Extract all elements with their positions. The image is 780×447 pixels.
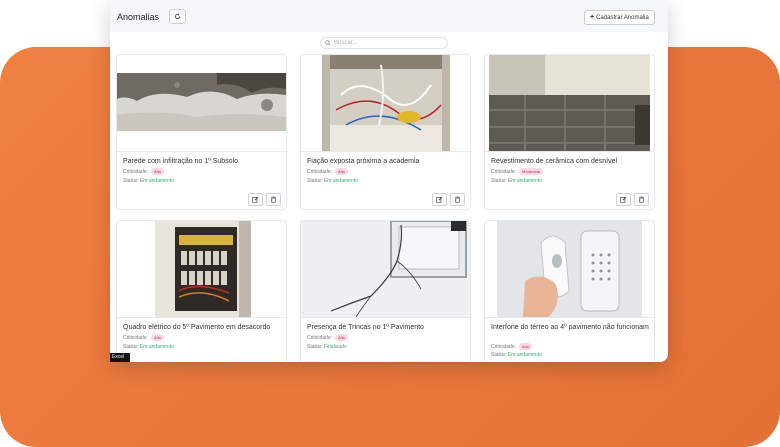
criticality-row: Criticidade: Alta bbox=[491, 343, 532, 350]
anomaly-title: Presença de Trincas no 1º Pavimento bbox=[307, 324, 424, 331]
anomaly-photo bbox=[485, 55, 654, 152]
status-row: Status: Em andamento bbox=[123, 344, 174, 350]
criticality-badge: Alta bbox=[151, 334, 164, 341]
status-row: Status: Em andamento bbox=[491, 352, 542, 358]
anomaly-photo bbox=[301, 55, 470, 152]
status-label: Status: bbox=[307, 178, 323, 184]
criticality-badge: Alta bbox=[151, 168, 164, 175]
app-window: Anomalias + Cadastrar Anomalia Buscar...… bbox=[110, 0, 668, 362]
status-label: Status: bbox=[307, 344, 323, 350]
status-label: Status: bbox=[491, 352, 507, 358]
criticality-badge: Moderada bbox=[519, 168, 544, 175]
refresh-icon bbox=[174, 13, 181, 20]
status-value: Em andamento bbox=[139, 344, 174, 350]
status-value: Em andamento bbox=[507, 178, 542, 184]
anomaly-photo bbox=[485, 221, 654, 318]
anomaly-title: Fiação exposta próxima a academia bbox=[307, 158, 420, 165]
edit-button[interactable] bbox=[616, 193, 631, 206]
delete-button[interactable] bbox=[634, 193, 649, 206]
status-label: Status: bbox=[491, 178, 507, 184]
status-row: Status: Em andamento bbox=[491, 178, 542, 184]
criticality-badge: Alta bbox=[335, 168, 348, 175]
criticality-row: Criticidade: Moderada bbox=[491, 168, 544, 175]
refresh-button[interactable] bbox=[169, 9, 186, 24]
status-row: Status: Em andamento bbox=[307, 178, 358, 184]
status-value: Finalizado bbox=[323, 344, 347, 350]
criticality-row: Criticidade: Alta bbox=[307, 334, 348, 341]
status-value: Em andamento bbox=[323, 178, 358, 184]
criticality-label: Criticidade: bbox=[307, 168, 333, 175]
status-value: Em andamento bbox=[139, 178, 174, 184]
search-input[interactable] bbox=[334, 40, 434, 46]
anomaly-card[interactable]: Interfone do térreo ao 4º pavimento não … bbox=[484, 220, 655, 362]
criticality-row: Criticidade: Alta bbox=[123, 334, 164, 341]
anomaly-card[interactable]: Presença de Trincas no 1º Pavimento Crit… bbox=[300, 220, 471, 362]
tooltip: Excel bbox=[110, 353, 130, 362]
status-label: Status: bbox=[123, 178, 139, 184]
status-label: Status: bbox=[123, 344, 139, 350]
edit-icon bbox=[252, 196, 259, 203]
page-header: Anomalias + Cadastrar Anomalia bbox=[110, 0, 668, 32]
trash-icon bbox=[639, 196, 644, 203]
anomaly-card[interactable]: Parede com infiltração no 1º Subsolo Cri… bbox=[116, 54, 287, 210]
anomaly-card[interactable]: Fiação exposta próxima a academia Critic… bbox=[300, 54, 471, 210]
anomaly-card[interactable]: Quadro elétrico do 5º Pavimento em desac… bbox=[116, 220, 287, 362]
edit-icon bbox=[620, 196, 627, 203]
criticality-label: Criticidade: bbox=[307, 334, 333, 341]
status-row: Status: Finalizado bbox=[307, 344, 347, 350]
add-anomaly-label: Cadastrar Anomalia bbox=[596, 14, 649, 21]
search-icon bbox=[325, 40, 331, 46]
edit-button[interactable] bbox=[248, 193, 263, 206]
delete-button[interactable] bbox=[266, 193, 281, 206]
anomaly-photo bbox=[117, 55, 286, 152]
criticality-row: Criticidade: Alta bbox=[307, 168, 348, 175]
anomaly-card[interactable]: Revestimento de cerâmica com desnível Cr… bbox=[484, 54, 655, 210]
edit-button[interactable] bbox=[432, 193, 447, 206]
criticality-row: Criticidade: Alta bbox=[123, 168, 164, 175]
anomaly-photo bbox=[301, 221, 470, 318]
criticality-label: Criticidade: bbox=[491, 343, 517, 350]
trash-icon bbox=[271, 196, 276, 203]
add-anomaly-button[interactable]: + Cadastrar Anomalia bbox=[584, 10, 655, 25]
status-row: Status: Em andamento bbox=[123, 178, 174, 184]
criticality-label: Criticidade: bbox=[123, 168, 149, 175]
anomaly-title: Parede com infiltração no 1º Subsolo bbox=[123, 158, 239, 165]
anomaly-title: Quadro elétrico do 5º Pavimento em desac… bbox=[123, 324, 271, 331]
anomaly-title: Interfone do térreo ao 4º pavimento não … bbox=[491, 324, 649, 331]
anomaly-photo bbox=[117, 221, 286, 318]
delete-button[interactable] bbox=[450, 193, 465, 206]
criticality-label: Criticidade: bbox=[123, 334, 149, 341]
status-value: Em andamento bbox=[507, 352, 542, 358]
edit-icon bbox=[436, 196, 443, 203]
criticality-label: Criticidade: bbox=[491, 168, 517, 175]
plus-icon: + bbox=[590, 14, 595, 21]
search-bar[interactable] bbox=[320, 37, 448, 49]
criticality-badge: Alta bbox=[519, 343, 532, 350]
page-title: Anomalias bbox=[117, 12, 160, 22]
criticality-badge: Alta bbox=[335, 334, 348, 341]
anomaly-title: Revestimento de cerâmica com desnível bbox=[491, 158, 618, 165]
trash-icon bbox=[455, 196, 460, 203]
